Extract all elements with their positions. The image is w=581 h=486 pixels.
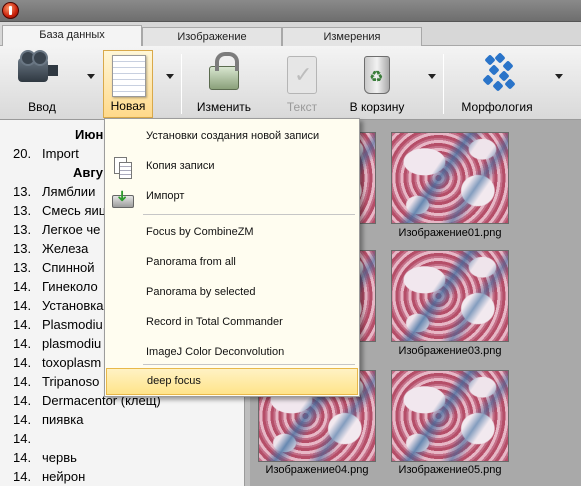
list-item[interactable]: 13. Смесь яиц	[13, 201, 106, 220]
text-button[interactable]: Текст	[268, 50, 336, 118]
tab-database[interactable]: База данных	[2, 25, 142, 47]
list-item[interactable]: 14. plasmodiu	[13, 334, 101, 353]
copy-document-icon	[112, 157, 132, 179]
thumbnail-label: Изображение05.png	[398, 464, 502, 476]
menu-item-imagej-deconvolution[interactable]: ImageJ Color Deconvolution	[106, 339, 358, 365]
ribbon-tabs: База данных Изображение Измерения	[0, 22, 581, 47]
menu-separator	[143, 214, 355, 215]
ribbon-toolbar: Ввод Новая Изменить Текст В корзину Морф…	[0, 46, 581, 120]
list-item[interactable]: 14. червь	[13, 448, 77, 467]
group-heading-june[interactable]: Июн	[75, 125, 103, 144]
lock-icon	[209, 52, 239, 90]
tab-image[interactable]: Изображение	[142, 27, 282, 46]
list-item[interactable]: 14.	[13, 429, 42, 448]
new-record-button[interactable]: Новая	[103, 50, 153, 118]
title-bar	[0, 0, 581, 22]
list-item[interactable]: 13. Легкое че	[13, 220, 100, 239]
new-dropdown-arrow-icon[interactable]	[166, 74, 174, 79]
toolbar-separator	[443, 54, 444, 114]
menu-item-copy-record[interactable]: Копия записи	[106, 153, 358, 179]
list-item[interactable]: 13. Железа	[13, 239, 88, 258]
morphology-button-label: Морфология	[461, 100, 533, 114]
morphology-dropdown-arrow-icon[interactable]	[555, 74, 563, 79]
menu-item-panorama-selected[interactable]: Panorama by selected	[106, 279, 358, 305]
new-record-dropdown-menu: Установки создания новой записи Копия за…	[104, 118, 360, 397]
import-icon	[112, 187, 134, 208]
thumbnail-label: Изображение04.png	[265, 464, 369, 476]
list-item[interactable]: 14. нейрон	[13, 467, 85, 486]
list-item[interactable]: 14. toxoplasm	[13, 353, 101, 372]
image-thumbnail[interactable]	[391, 370, 509, 462]
text-button-label: Текст	[286, 100, 318, 114]
group-heading-august[interactable]: Авгу	[73, 163, 103, 182]
list-item[interactable]: 13. Лямблии	[13, 182, 95, 201]
molecule-dots-icon	[482, 52, 518, 94]
morphology-button[interactable]: Морфология	[452, 50, 542, 118]
clipboard-check-icon	[287, 56, 317, 94]
input-button[interactable]: Ввод	[4, 50, 80, 118]
trash-dropdown-arrow-icon[interactable]	[428, 74, 436, 79]
new-record-label: Новая	[110, 99, 146, 113]
recycle-bin-icon	[364, 56, 390, 94]
trash-button-label: В корзину	[349, 100, 405, 114]
image-thumbnail[interactable]	[391, 132, 509, 224]
list-item[interactable]: 14. Tripanoso	[13, 372, 99, 391]
image-thumbnail[interactable]	[391, 250, 509, 342]
list-item[interactable]: 14. пиявка	[13, 410, 83, 429]
thumbnail-label: Изображение03.png	[398, 345, 502, 357]
menu-item-focus-combinezm[interactable]: Focus by CombineZM	[106, 219, 358, 245]
menu-item-new-record-settings[interactable]: Установки создания новой записи	[106, 123, 358, 149]
thumbnail-label: Изображение01.png	[398, 227, 502, 239]
list-item[interactable]: 14. Plasmodiu	[13, 315, 103, 334]
toolbar-separator	[181, 54, 182, 114]
menu-item-panorama-all[interactable]: Panorama from all	[106, 249, 358, 275]
list-item[interactable]: 13. Спинной	[13, 258, 95, 277]
menu-item-import[interactable]: Импорт	[106, 183, 358, 209]
video-camera-icon	[18, 50, 58, 82]
input-dropdown-arrow-icon[interactable]	[87, 74, 95, 79]
tab-measurements[interactable]: Измерения	[282, 27, 422, 46]
menu-item-deep-focus[interactable]: deep focus	[106, 368, 358, 395]
new-page-icon	[112, 55, 146, 97]
menu-item-total-commander[interactable]: Record in Total Commander	[106, 309, 358, 335]
menu-separator	[143, 364, 355, 365]
edit-button[interactable]: Изменить	[190, 50, 258, 118]
app-power-icon[interactable]	[2, 2, 19, 19]
list-item[interactable]: 20. Import	[13, 144, 79, 163]
input-button-label: Ввод	[28, 100, 56, 114]
list-item[interactable]: 14. Установка	[13, 296, 103, 315]
trash-button[interactable]: В корзину	[342, 50, 412, 118]
list-item[interactable]: 14. Гинеколо	[13, 277, 98, 296]
edit-button-label: Изменить	[196, 100, 252, 114]
